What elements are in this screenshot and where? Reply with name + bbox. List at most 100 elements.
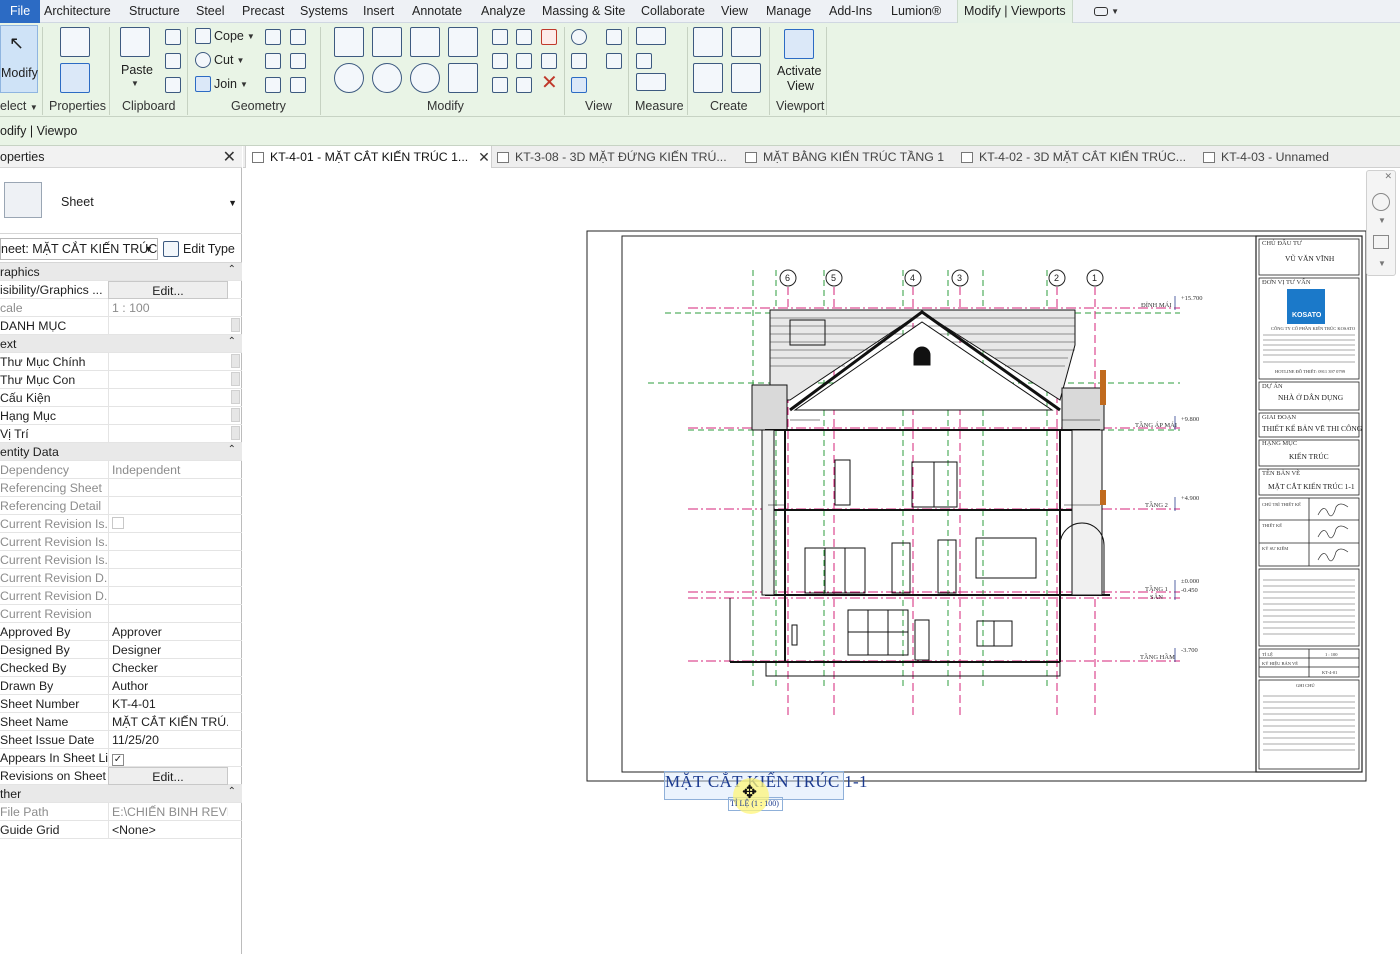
property-value[interactable]: MẶT CẮT KIẾN TRÚ... — [108, 713, 228, 731]
split-icon[interactable] — [492, 29, 508, 45]
property-row[interactable]: Cấu Kiện — [0, 389, 242, 407]
tab-systems[interactable]: Systems — [294, 0, 354, 23]
tab-precast[interactable]: Precast — [236, 0, 290, 23]
property-row[interactable]: Hạng Mục — [0, 407, 242, 425]
associate-parameter-button[interactable] — [231, 408, 240, 422]
chevron-down-icon[interactable]: ▼ — [1378, 216, 1386, 225]
property-checkbox[interactable] — [112, 517, 124, 529]
property-row[interactable]: Checked By Checker — [0, 659, 242, 677]
property-row[interactable]: Dependency Independent — [0, 461, 242, 479]
property-row[interactable]: Current Revision Is... — [0, 515, 242, 533]
cut-geometry-button[interactable]: Cut ▼ — [195, 52, 244, 68]
property-value[interactable] — [108, 425, 228, 443]
tab-architecture[interactable]: Architecture — [38, 0, 117, 23]
property-row[interactable]: cale 1 : 100 — [0, 299, 242, 317]
pin-icon[interactable] — [541, 53, 557, 69]
tab-file[interactable]: File — [0, 0, 41, 23]
close-icon[interactable]: ✕ — [223, 147, 236, 167]
tab-add-ins[interactable]: Add-Ins — [823, 0, 878, 23]
view-tab-kt-4-02[interactable]: KT-4-02 - 3D MẶT CẮT KIẾN TRÚC... — [961, 146, 1186, 168]
property-row[interactable]: Drawn By Author — [0, 677, 242, 695]
unpin-icon[interactable] — [541, 29, 557, 45]
tab-annotate[interactable]: Annotate — [406, 0, 468, 23]
property-value[interactable] — [108, 587, 228, 605]
property-value[interactable] — [108, 407, 228, 425]
trim-multiple-icon[interactable] — [516, 77, 532, 93]
match-type-icon[interactable] — [165, 77, 181, 93]
create-similar-icon[interactable] — [731, 63, 761, 93]
property-row[interactable]: Current Revision — [0, 605, 242, 623]
property-value[interactable]: Author — [108, 677, 228, 695]
paint-icon[interactable] — [265, 53, 281, 69]
create-group-icon[interactable] — [693, 63, 723, 93]
tab-structure[interactable]: Structure — [123, 0, 186, 23]
property-value[interactable]: Approver — [108, 623, 228, 641]
delete-icon[interactable]: ✕ — [541, 73, 558, 93]
properties-icon[interactable] — [60, 63, 90, 93]
scale-icon[interactable] — [516, 53, 532, 69]
property-value[interactable] — [108, 515, 228, 533]
quick-access-dropdown[interactable]: ▼ — [1088, 0, 1125, 23]
align-icon[interactable] — [334, 27, 364, 57]
move-icon[interactable] — [334, 63, 364, 93]
property-value[interactable] — [108, 371, 228, 389]
collapse-icon[interactable]: ⌃ — [228, 264, 236, 275]
property-row[interactable]: Thư Mục Chính — [0, 353, 242, 371]
property-value[interactable] — [108, 569, 228, 587]
view-tab-kt-3-08[interactable]: KT-3-08 - 3D MẶT ĐỨNG KIẾN TRÚ... — [497, 146, 727, 168]
join-roof-icon[interactable] — [265, 77, 281, 93]
collapse-icon[interactable]: ⌃ — [228, 336, 236, 347]
property-row[interactable]: Appears In Sheet List ✓ — [0, 749, 242, 767]
create-assembly-icon[interactable] — [693, 27, 723, 57]
measure-distance-icon[interactable] — [636, 27, 666, 45]
associate-parameter-button[interactable] — [231, 354, 240, 368]
mirror-draw-icon[interactable] — [448, 27, 478, 57]
rotate-icon[interactable] — [410, 63, 440, 93]
steering-wheel-icon[interactable] — [1372, 193, 1390, 211]
property-row[interactable]: Sheet Issue Date 11/25/20 — [0, 731, 242, 749]
collapse-icon[interactable]: ⌃ — [228, 444, 236, 455]
associate-parameter-button[interactable] — [231, 426, 240, 440]
property-edit-button[interactable]: Edit... — [108, 767, 228, 785]
property-group-header[interactable]: ther ⌃ — [0, 785, 242, 803]
linework-icon[interactable] — [571, 53, 587, 69]
cope-button[interactable]: Cope ▼ — [195, 28, 255, 44]
aligned-dimension-icon[interactable] — [636, 73, 666, 91]
tab-lumion[interactable]: Lumion® — [885, 0, 947, 23]
tab-analyze[interactable]: Analyze — [475, 0, 531, 23]
split-gap-icon[interactable] — [516, 29, 532, 45]
hide-element-icon[interactable] — [571, 29, 587, 45]
demolish-icon[interactable] — [290, 53, 306, 69]
trim-single-icon[interactable] — [492, 77, 508, 93]
associate-parameter-button[interactable] — [231, 372, 240, 386]
property-row[interactable]: Guide Grid <None> — [0, 821, 242, 839]
type-properties-icon[interactable] — [60, 27, 90, 57]
property-row[interactable]: File Path E:\CHIẾN BINH REVI... — [0, 803, 242, 821]
split-face-icon[interactable] — [290, 29, 306, 45]
mirror-axis-icon[interactable] — [410, 27, 440, 57]
property-row[interactable]: Designed By Designer — [0, 641, 242, 659]
property-value[interactable] — [108, 605, 228, 623]
property-group-header[interactable]: ext ⌃ — [0, 335, 242, 353]
zoom-icon[interactable] — [1373, 235, 1389, 249]
close-icon[interactable]: ✕ — [478, 147, 490, 168]
override-by-category-icon[interactable] — [606, 53, 622, 69]
property-row[interactable]: Sheet Number KT-4-01 — [0, 695, 242, 713]
override-graphics-icon[interactable] — [606, 29, 622, 45]
pick-tool-icon[interactable] — [290, 77, 306, 93]
trim-extend-icon[interactable] — [448, 63, 478, 93]
property-row[interactable]: Approved By Approver — [0, 623, 242, 641]
property-row[interactable]: Thư Mục Con — [0, 371, 242, 389]
property-value[interactable]: ✓ — [108, 749, 228, 767]
activate-view-button[interactable]: Activate View — [775, 27, 825, 93]
associate-parameter-button[interactable] — [231, 390, 240, 404]
tab-insert[interactable]: Insert — [357, 0, 400, 23]
join-button[interactable]: Join ▼ — [195, 76, 248, 92]
property-value[interactable]: <None> — [108, 821, 228, 839]
array-icon[interactable] — [492, 53, 508, 69]
property-row[interactable]: Referencing Detail — [0, 497, 242, 515]
tab-view[interactable]: View — [715, 0, 754, 23]
property-row[interactable]: Vị Trí — [0, 425, 242, 443]
edit-type-button[interactable]: Edit Type — [163, 238, 239, 260]
property-value[interactable] — [108, 317, 228, 335]
